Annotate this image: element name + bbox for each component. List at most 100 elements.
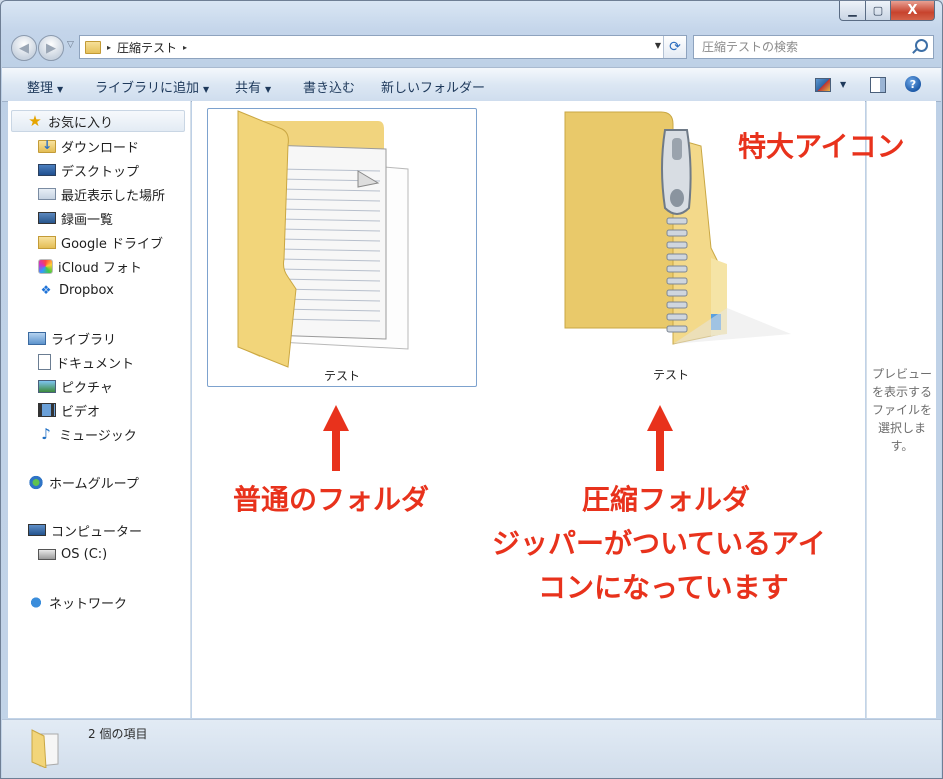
new-folder-button[interactable]: 新しいフォルダー <box>381 77 485 96</box>
sidebar-item-label: お気に入り <box>48 115 114 131</box>
sidebar-item-label: ビデオ <box>61 404 101 420</box>
folder-icon <box>237 110 409 368</box>
search-box[interactable] <box>693 35 934 59</box>
sidebar-item-icloud-photos[interactable]: iCloud フォト <box>38 255 142 277</box>
breadcrumb-separator-icon[interactable]: ▸ <box>183 43 187 52</box>
library-icon <box>28 331 46 345</box>
details-pane: 2 個の項目 <box>2 719 941 778</box>
star-icon: ★ <box>28 112 42 130</box>
minimize-button[interactable]: ▁ <box>839 1 866 21</box>
breadcrumb-item[interactable]: 圧縮テスト <box>117 39 177 56</box>
file-name: テスト <box>323 369 360 383</box>
file-name: テスト <box>652 368 689 382</box>
add-to-library-button[interactable]: ライブラリに追加 ▼ <box>95 77 209 96</box>
navigation-pane: ★ お気に入り ダウンロード デスクトップ 最近表示した場所 録画一覧 Googl… <box>8 101 191 718</box>
annotation-extra-large-icons: 特大アイコン <box>738 130 905 163</box>
desktop-icon <box>38 164 56 176</box>
recent-pages-dropdown[interactable]: ▽ <box>67 40 74 50</box>
share-label: 共有 <box>235 81 262 96</box>
preview-line: を表示する <box>871 385 932 399</box>
preview-message: プレビュー を表示する ファイルを 選択しま す。 <box>869 365 935 455</box>
search-input[interactable] <box>700 39 909 55</box>
sidebar-item-videos[interactable]: ビデオ <box>38 399 100 421</box>
sidebar-item-label: iCloud フォト <box>58 260 142 276</box>
sidebar-item-label: デスクトップ <box>61 164 140 180</box>
google-drive-folder-icon <box>38 235 56 249</box>
search-icon[interactable] <box>915 39 928 52</box>
sidebar-item-label: ネットワーク <box>49 596 128 612</box>
window-controls: ▁ ▢ X <box>839 1 935 21</box>
sidebar-item-recorded-tv[interactable]: 録画一覧 <box>38 207 113 229</box>
minimize-icon: ▁ <box>848 4 857 17</box>
sidebar-item-music[interactable]: ♪ ミュージック <box>38 423 137 445</box>
annotation-zipper-note-line2: コンになっています <box>538 571 789 604</box>
pictures-icon <box>38 379 56 393</box>
sidebar-item-label: 録画一覧 <box>61 212 114 228</box>
icloud-photos-icon <box>38 258 53 274</box>
sidebar-item-libraries[interactable]: ライブラリ <box>28 327 116 349</box>
help-icon[interactable]: ? <box>905 76 921 92</box>
preview-line: ファイルを <box>871 403 932 417</box>
preview-pane-toggle-icon[interactable] <box>870 77 886 93</box>
sidebar-item-downloads[interactable]: ダウンロード <box>38 135 139 157</box>
forward-arrow-icon: ▶ <box>46 40 56 56</box>
computer-icon <box>28 524 46 536</box>
sidebar-item-label: Dropbox <box>59 282 114 298</box>
sidebar-item-documents[interactable]: ドキュメント <box>38 351 134 373</box>
chevron-down-icon: ▼ <box>265 85 272 94</box>
maximize-button[interactable]: ▢ <box>866 1 891 21</box>
burn-button[interactable]: 書き込む <box>303 77 355 96</box>
file-item[interactable]: テスト <box>207 108 477 387</box>
maximize-icon: ▢ <box>872 4 884 17</box>
item-count: 2 個の項目 <box>88 727 148 741</box>
breadcrumb-separator-icon[interactable]: ▸ <box>107 43 111 52</box>
annotation-arrow-right <box>647 405 673 471</box>
sidebar-item-network[interactable]: ネットワーク <box>28 591 127 613</box>
command-bar: 整理 ▼ ライブラリに追加 ▼ 共有 ▼ 書き込む 新しいフォルダー ▼ ? <box>2 67 941 102</box>
folder-icon <box>85 40 101 54</box>
sidebar-item-label: ホームグループ <box>49 476 139 492</box>
sidebar-item-os-drive[interactable]: OS (C:) <box>38 543 107 565</box>
sidebar-item-label: ライブラリ <box>51 332 117 348</box>
preview-line: プレビュー <box>871 367 932 381</box>
preview-line: 選択しま <box>877 421 926 435</box>
chevron-down-icon: ▼ <box>57 85 64 94</box>
change-view-icon[interactable] <box>815 78 831 92</box>
sidebar-item-desktop[interactable]: デスクトップ <box>38 159 139 181</box>
forward-button[interactable]: ▶ <box>38 35 64 61</box>
sidebar-item-recent-places[interactable]: 最近表示した場所 <box>38 183 165 205</box>
document-icon <box>38 354 51 370</box>
view-dropdown-icon[interactable]: ▼ <box>840 80 846 89</box>
sidebar-item-dropbox[interactable]: ❖ Dropbox <box>38 279 114 301</box>
add-to-library-label: ライブラリに追加 <box>95 81 200 96</box>
sidebar-item-pictures[interactable]: ピクチャ <box>38 375 113 397</box>
refresh-button[interactable]: ⟳ <box>663 36 686 58</box>
folder-icon <box>31 729 59 768</box>
dropbox-icon: ❖ <box>40 283 52 297</box>
annotation-compressed-folder: 圧縮フォルダ <box>582 483 751 516</box>
sidebar-item-label: OS (C:) <box>61 546 108 562</box>
sidebar-item-google-drive[interactable]: Google ドライブ <box>38 231 163 253</box>
sidebar-item-label: ドキュメント <box>56 356 135 372</box>
back-button[interactable]: ◀ <box>11 35 37 61</box>
preview-pane: プレビュー を表示する ファイルを 選択しま す。 <box>866 101 936 718</box>
video-icon <box>38 403 56 417</box>
sidebar-item-homegroup[interactable]: ホームグループ <box>28 471 139 493</box>
preview-line: す。 <box>890 439 914 453</box>
address-bar[interactable]: ▸ 圧縮テスト ▸ ▼ ⟳ <box>79 35 687 59</box>
share-button[interactable]: 共有 ▼ <box>235 77 271 96</box>
address-dropdown-icon[interactable]: ▼ <box>655 41 661 50</box>
sidebar-item-label: ピクチャ <box>61 380 113 396</box>
back-arrow-icon: ◀ <box>19 40 29 56</box>
address-row: ◀ ▶ ▽ ▸ 圧縮テスト ▸ ▼ ⟳ <box>1 31 942 63</box>
sidebar-item-favorites[interactable]: ★ お気に入り <box>11 110 185 132</box>
close-icon: X <box>907 3 918 18</box>
recent-places-icon <box>38 188 56 200</box>
organize-button[interactable]: 整理 ▼ <box>27 77 63 96</box>
recorded-tv-icon <box>38 212 56 224</box>
sidebar-item-computer[interactable]: コンピューター <box>28 519 142 541</box>
close-button[interactable]: X <box>891 1 935 21</box>
explorer-window: ▁ ▢ X ◀ ▶ ▽ ▸ 圧縮テスト ▸ ▼ ⟳ 整理▼ ライブラリに追加▼ … <box>0 0 943 779</box>
sidebar-item-label: コンピューター <box>51 524 143 540</box>
sidebar-item-label: ミュージック <box>59 428 137 444</box>
